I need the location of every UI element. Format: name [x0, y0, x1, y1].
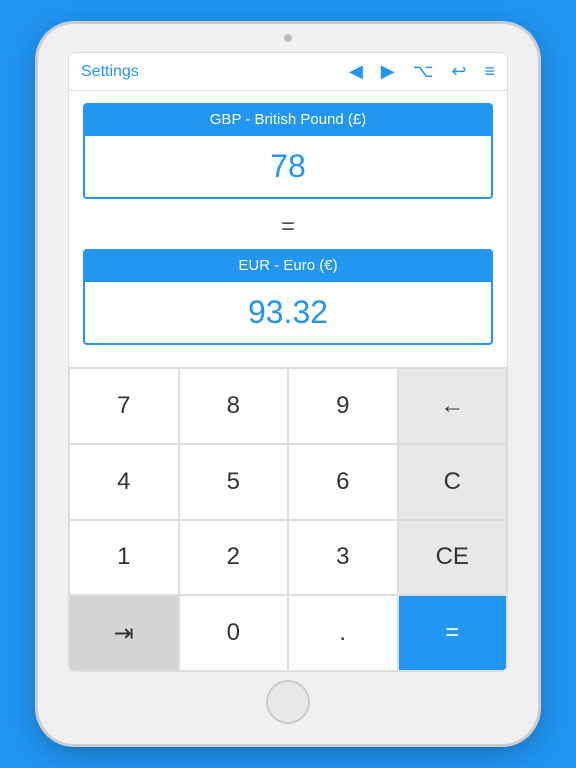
- key-_[interactable]: ⇥: [69, 595, 179, 671]
- undo-icon[interactable]: ↩: [451, 61, 466, 82]
- option-icon[interactable]: ⌥: [413, 61, 434, 82]
- toolbar-icons: ◀ ▶ ⌥ ↩ ≡: [349, 61, 495, 82]
- key-3[interactable]: 3: [288, 520, 398, 596]
- key-_[interactable]: .: [288, 595, 398, 671]
- to-currency-value: 93.32: [83, 282, 493, 345]
- tablet: Settings ◀ ▶ ⌥ ↩ ≡ GBP - British Pound (…: [38, 24, 538, 744]
- key-0[interactable]: 0: [179, 595, 289, 671]
- key-C[interactable]: C: [398, 444, 508, 520]
- camera: [284, 34, 292, 42]
- key-2[interactable]: 2: [179, 520, 289, 596]
- key-4[interactable]: 4: [69, 444, 179, 520]
- forward-icon[interactable]: ▶: [381, 61, 395, 82]
- key-1[interactable]: 1: [69, 520, 179, 596]
- key-7[interactable]: 7: [69, 368, 179, 444]
- back-icon[interactable]: ◀: [349, 61, 363, 82]
- key-CE[interactable]: CE: [398, 520, 508, 596]
- settings-button[interactable]: Settings: [81, 63, 139, 81]
- key-6[interactable]: 6: [288, 444, 398, 520]
- from-currency-label: GBP - British Pound (£): [83, 103, 493, 136]
- toolbar: Settings ◀ ▶ ⌥ ↩ ≡: [69, 53, 507, 91]
- key-5[interactable]: 5: [179, 444, 289, 520]
- key-9[interactable]: 9: [288, 368, 398, 444]
- home-button[interactable]: [266, 680, 310, 724]
- key-8[interactable]: 8: [179, 368, 289, 444]
- key-_[interactable]: ←: [398, 368, 508, 444]
- screen: Settings ◀ ▶ ⌥ ↩ ≡ GBP - British Pound (…: [68, 52, 508, 672]
- to-currency-label: EUR - Euro (€): [83, 249, 493, 282]
- keypad: 789← 456C 123CE ⇥0.=: [69, 367, 507, 671]
- key-_[interactable]: =: [398, 595, 508, 671]
- currency-area: GBP - British Pound (£) 78 = EUR - Euro …: [69, 91, 507, 367]
- from-currency-value: 78: [83, 136, 493, 199]
- equals-sign: =: [83, 209, 493, 245]
- menu-icon[interactable]: ≡: [484, 61, 495, 82]
